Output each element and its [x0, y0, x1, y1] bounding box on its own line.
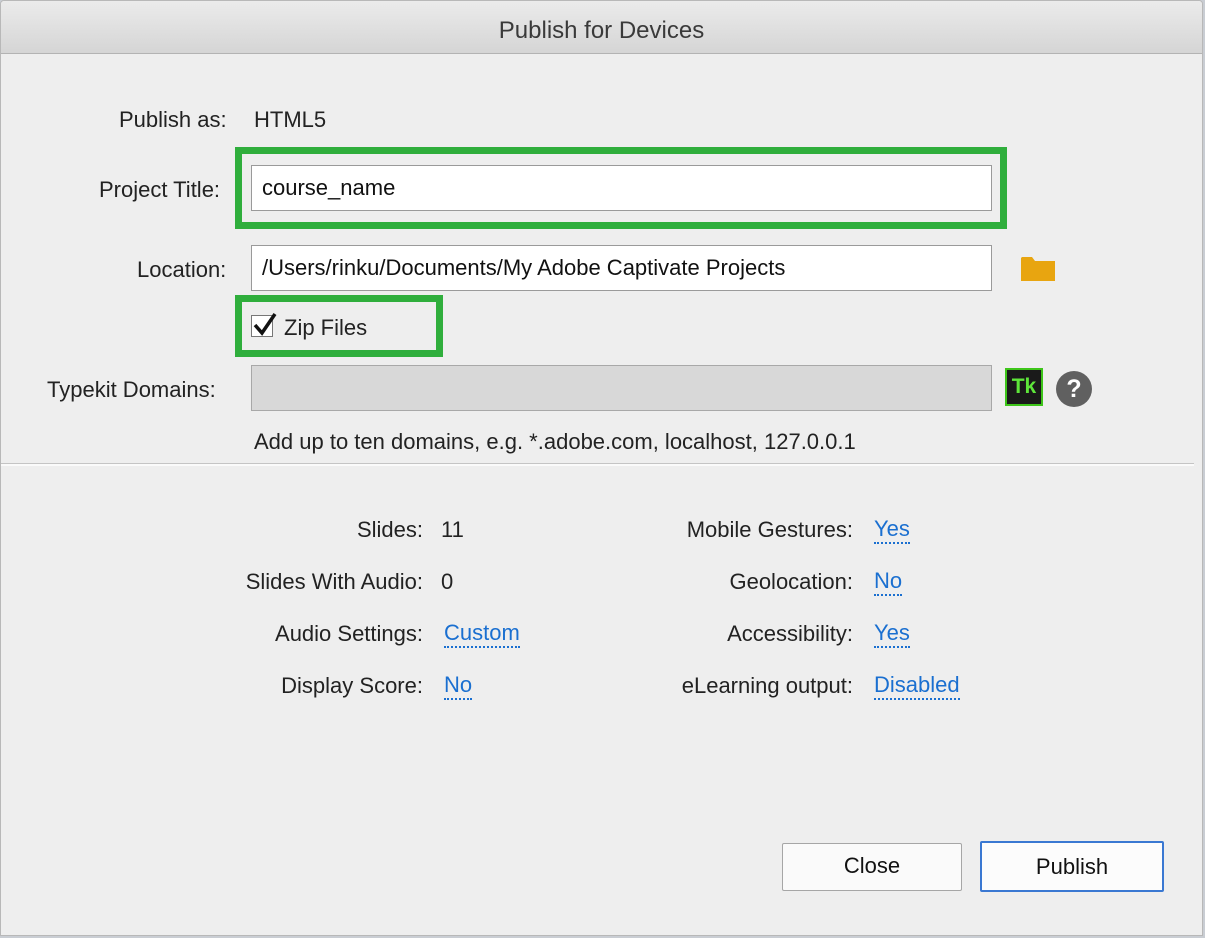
- slides-with-audio-value: 0: [441, 569, 454, 594]
- folder-icon[interactable]: [1020, 254, 1056, 282]
- location-input[interactable]: /Users/rinku/Documents/My Adobe Captivat…: [251, 245, 992, 291]
- accessibility-label: Accessibility:: [727, 621, 853, 646]
- publish-button[interactable]: Publish: [980, 841, 1164, 892]
- mobile-gestures-label: Mobile Gestures:: [686, 517, 853, 542]
- publish-as-value: HTML5: [254, 107, 327, 132]
- checkmark-icon: [253, 313, 277, 336]
- publish-dialog: Publish for Devices Publish as: HTML5 Pr…: [0, 0, 1203, 936]
- slides-with-audio-label: Slides With Audio:: [245, 569, 423, 594]
- mobile-gestures-link[interactable]: Yes: [874, 516, 910, 544]
- publish-as-label: Publish as:: [119, 107, 227, 132]
- audio-settings-link[interactable]: Custom: [444, 620, 520, 648]
- display-score-link[interactable]: No: [444, 672, 473, 700]
- typekit-icon[interactable]: Tk: [1005, 368, 1043, 406]
- location-label: Location:: [137, 257, 227, 282]
- dialog-title: Publish for Devices: [1, 1, 1202, 54]
- elearning-output-label: eLearning output:: [681, 673, 853, 698]
- zip-files-label[interactable]: Zip Files: [284, 315, 367, 341]
- project-title-label: Project Title:: [99, 177, 221, 202]
- slides-label: Slides:: [356, 517, 423, 542]
- section-divider: [1, 463, 1194, 466]
- project-title-input[interactable]: course_name: [251, 165, 992, 211]
- help-icon[interactable]: ?: [1056, 371, 1092, 407]
- display-score-label: Display Score:: [281, 673, 423, 698]
- slides-value: 11: [441, 517, 464, 542]
- accessibility-link[interactable]: Yes: [874, 620, 910, 648]
- geolocation-label: Geolocation:: [729, 569, 853, 594]
- typekit-hint: Add up to ten domains, e.g. *.adobe.com,…: [254, 429, 856, 454]
- elearning-output-link[interactable]: Disabled: [874, 672, 960, 700]
- geolocation-link[interactable]: No: [874, 568, 903, 596]
- typekit-domains-label: Typekit Domains:: [47, 377, 216, 402]
- audio-settings-label: Audio Settings:: [275, 621, 423, 646]
- close-button[interactable]: Close: [782, 843, 962, 891]
- typekit-domains-input: [251, 365, 992, 411]
- zip-files-checkbox[interactable]: [251, 313, 277, 337]
